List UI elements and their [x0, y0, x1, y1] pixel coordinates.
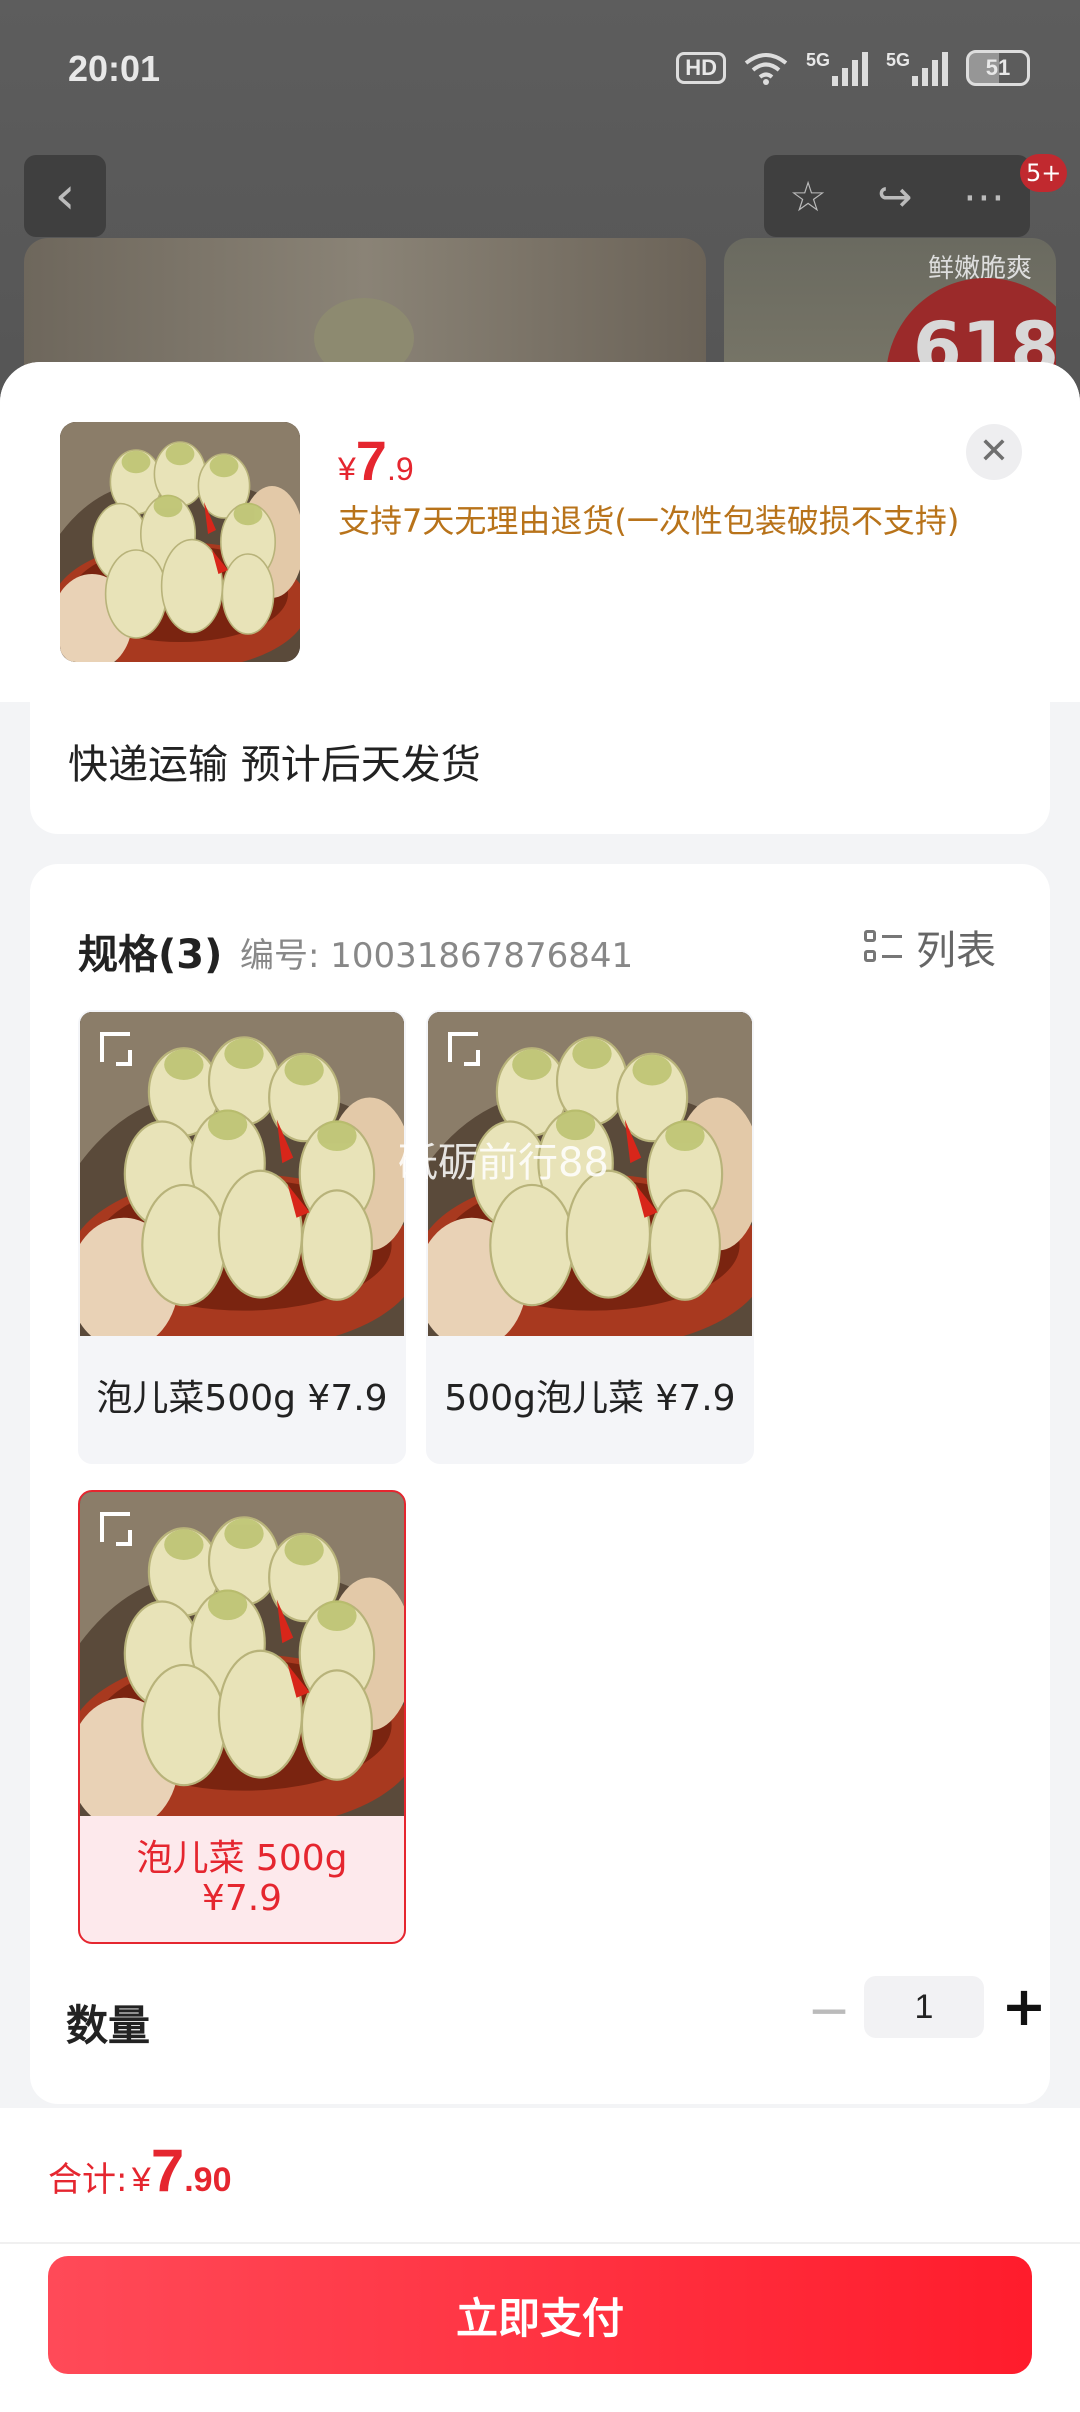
list-icon — [864, 928, 902, 966]
nav-actions: ☆ ↪ ⋯ — [764, 155, 1030, 237]
close-icon: ✕ — [978, 431, 1010, 472]
watermark: 砥砺前行88 — [398, 1140, 609, 1186]
sheet-header: ¥7.9 支持7天无理由退货(一次性包装破损不支持) ✕ — [0, 362, 1080, 702]
order-total: 合计: ¥7.90 — [48, 2137, 232, 2204]
spec-title: 规格(3) — [78, 932, 223, 978]
product-thumbnail[interactable] — [60, 422, 300, 662]
message-badge: 5+ — [1020, 154, 1068, 192]
status-time: 20:01 — [68, 48, 161, 89]
pay-now-button[interactable]: 立即支付 — [48, 2256, 1032, 2374]
expand-icon[interactable] — [100, 1032, 130, 1062]
favorite-icon[interactable]: ☆ — [789, 172, 827, 221]
hd-icon: HD — [676, 52, 726, 84]
sku-image — [80, 1492, 404, 1816]
chevron-left-icon: ‹ — [54, 166, 76, 226]
expand-icon[interactable] — [100, 1512, 130, 1542]
background-page: 20:01 HD 5G 5G 51 ‹ ☆ ↪ ⋯ 5+ 鲜嫩脆爽 618 — [0, 0, 1080, 438]
sku-label: 500g泡儿菜 ¥7.9 — [444, 1378, 736, 1419]
status-bar: 20:01 HD 5G 5G 51 — [0, 0, 1080, 140]
checkout-footer: 合计: ¥7.90 立即支付 — [0, 2108, 1080, 2412]
quantity-increase-button[interactable]: + — [996, 1972, 1052, 2042]
shipping-info: 快递运输 预计后天发货 — [68, 742, 481, 788]
expand-icon[interactable] — [448, 1032, 478, 1062]
list-view-toggle[interactable]: 列表 — [864, 918, 996, 976]
product-code: 编号: 10031867876841 — [240, 936, 634, 976]
sku-label: 泡儿菜500g ¥7.9 — [96, 1378, 388, 1419]
quantity-input[interactable]: 1 — [864, 1976, 984, 2038]
sku-selection-sheet: ¥7.9 支持7天无理由退货(一次性包装破损不支持) ✕ 快递运输 预计后天发货… — [0, 362, 1080, 2412]
signal-2-icon: 5G — [886, 50, 948, 86]
close-button[interactable]: ✕ — [966, 424, 1022, 480]
more-icon[interactable]: ⋯ — [963, 172, 1005, 221]
sku-label-line1: 泡儿菜 500g — [136, 1838, 348, 1879]
shipping-card: 快递运输 预计后天发货 — [30, 698, 1050, 834]
product-price: ¥7.9 — [338, 429, 414, 492]
sku-option[interactable]: 泡儿菜500g ¥7.9 — [78, 1010, 406, 1464]
sku-label: 泡儿菜 500g ¥7.9 — [80, 1816, 404, 1942]
back-button[interactable]: ‹ — [24, 155, 106, 237]
share-icon[interactable]: ↪ — [877, 172, 912, 221]
sku-image — [80, 1012, 404, 1336]
sku-label-line2: ¥7.9 — [201, 1878, 283, 1919]
return-policy: 支持7天无理由退货(一次性包装破损不支持) — [338, 502, 960, 540]
quantity-label: 数量 — [66, 2001, 151, 2050]
divider — [0, 2242, 1080, 2244]
quantity-decrease-button[interactable]: − — [804, 1976, 854, 2046]
signal-1-icon: 5G — [806, 50, 868, 86]
wifi-icon — [744, 53, 788, 85]
battery-icon: 51 — [966, 50, 1030, 86]
sku-option[interactable]: 500g泡儿菜 ¥7.9 — [426, 1010, 754, 1464]
sku-option-selected[interactable]: 泡儿菜 500g ¥7.9 — [78, 1490, 406, 1944]
spec-card: 规格(3) 编号: 10031867876841 列表 泡儿菜500g ¥7.9… — [30, 864, 1050, 2104]
view-toggle-label: 列表 — [916, 928, 996, 974]
status-icons: HD 5G 5G 51 — [676, 50, 1030, 86]
